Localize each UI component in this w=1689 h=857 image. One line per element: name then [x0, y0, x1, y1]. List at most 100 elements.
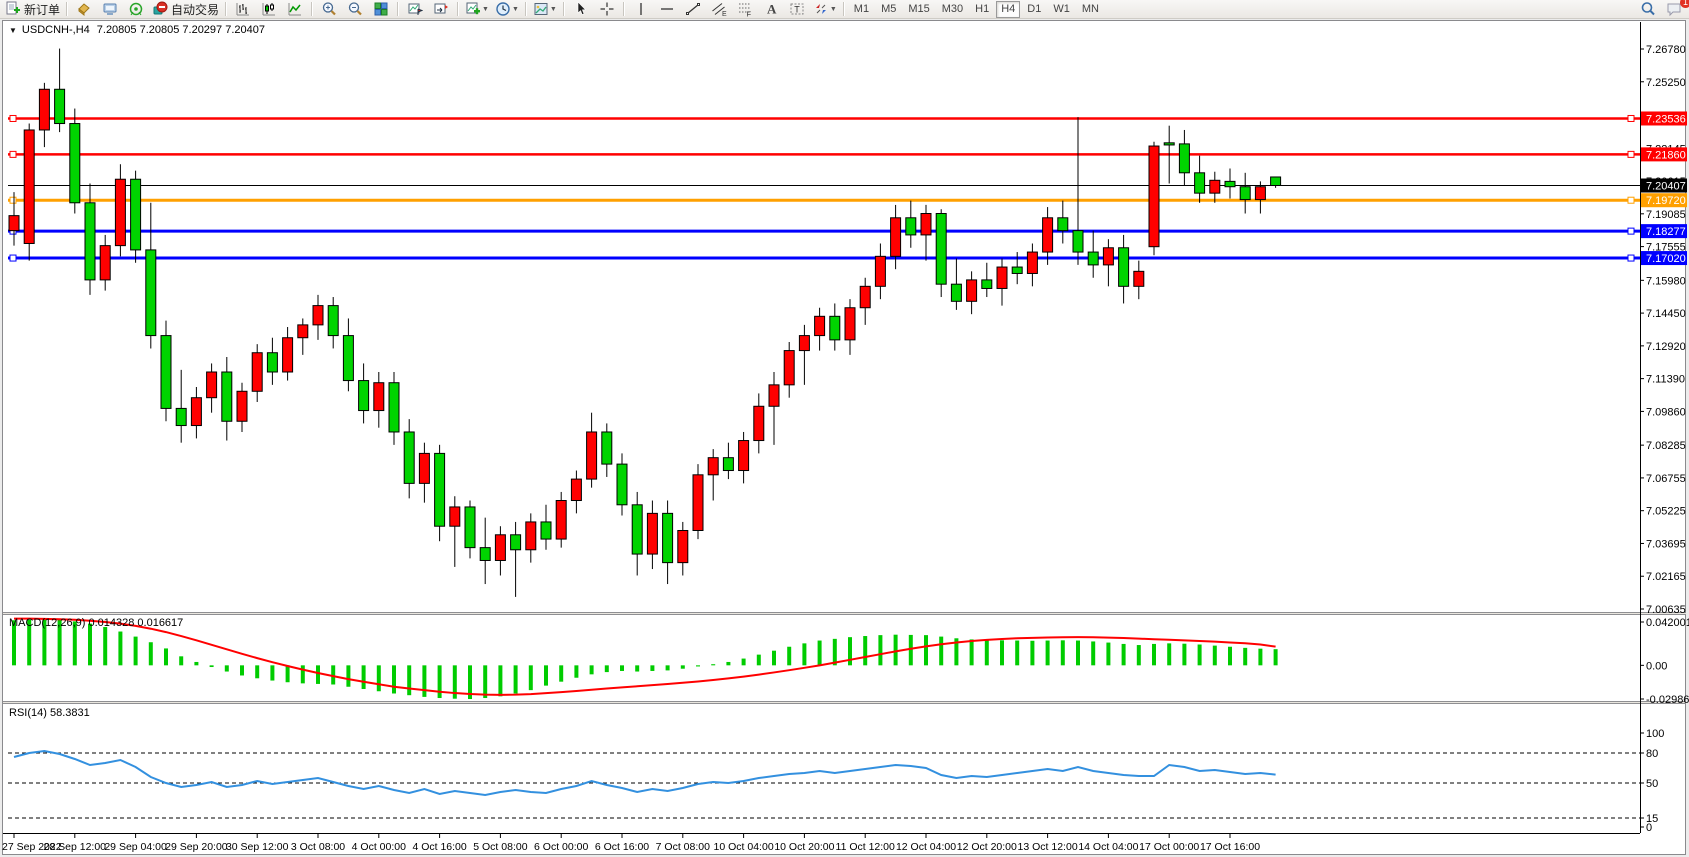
candlestick-series	[9, 49, 1281, 597]
arrows-button[interactable]: ▼	[810, 0, 840, 19]
svg-text:5 Oct 08:00: 5 Oct 08:00	[473, 841, 527, 853]
svg-text:A: A	[767, 2, 777, 17]
candlestick-chart-button[interactable]	[256, 0, 282, 19]
svg-text:28 Sep 12:00: 28 Sep 12:00	[44, 841, 107, 853]
dropdown-arrow-icon[interactable]: ▼	[512, 6, 519, 13]
zoom-in-icon	[321, 1, 337, 17]
timeframe-button-d1[interactable]: D1	[1022, 1, 1046, 18]
auto-arrange-button[interactable]	[402, 0, 428, 19]
line-chart-button[interactable]	[282, 0, 308, 19]
timeframe-button-h4[interactable]: H4	[996, 1, 1020, 18]
svg-text:4 Oct 00:00: 4 Oct 00:00	[352, 841, 406, 853]
search-icon	[1640, 1, 1656, 17]
toolbar-separator	[311, 2, 313, 16]
svg-text:17 Oct 16:00: 17 Oct 16:00	[1200, 841, 1260, 853]
metaeditor-button[interactable]	[97, 0, 123, 19]
svg-text:7.18277: 7.18277	[1646, 226, 1686, 238]
timeframe-button-w1[interactable]: W1	[1048, 1, 1075, 18]
zoom-out-button[interactable]	[342, 0, 368, 19]
macd-signal-line	[14, 619, 1276, 695]
equidistant-channel-button[interactable]: E	[706, 0, 732, 19]
crosshair-button[interactable]	[594, 0, 620, 19]
svg-text:7.09860: 7.09860	[1646, 406, 1686, 418]
zoom-out-icon	[347, 1, 363, 17]
toolbar-separator	[563, 2, 565, 16]
svg-text:0.042001: 0.042001	[1646, 617, 1689, 629]
new-chart-button[interactable]: ▼	[462, 0, 492, 19]
horizontal-line-button[interactable]	[654, 0, 680, 19]
svg-text:0.00: 0.00	[1646, 660, 1667, 672]
svg-text:7.25250: 7.25250	[1646, 77, 1686, 89]
tile-windows-button[interactable]	[368, 0, 394, 19]
arrows-icon	[813, 1, 829, 17]
rsi-indicator-label: RSI(14) 58.3831	[9, 707, 90, 719]
signals-button[interactable]	[123, 0, 149, 19]
svg-text:0: 0	[1646, 822, 1652, 834]
svg-text:4 Oct 16:00: 4 Oct 16:00	[412, 841, 466, 853]
svg-text:7.03695: 7.03695	[1646, 538, 1686, 550]
profiles-clock-button[interactable]: ▼	[492, 0, 522, 19]
bar-chart-button[interactable]	[230, 0, 256, 19]
svg-text:11 Oct 12:00: 11 Oct 12:00	[836, 841, 896, 853]
trendline-button[interactable]	[680, 0, 706, 19]
svg-text:7.19720: 7.19720	[1646, 195, 1686, 207]
main-toolbar: 新订单 自动交易 ▼ ▼ ▼ E F AT ▼ M1M5M15M30H1H4D1W1MN 1	[0, 0, 1689, 19]
svg-text:7.12920: 7.12920	[1646, 341, 1686, 353]
text-icon: A	[763, 1, 779, 17]
toolbar-button-label: 自动交易	[171, 1, 219, 18]
time-axis[interactable]: 27 Sep 202228 Sep 12:0029 Sep 04:0029 Se…	[2, 833, 1260, 853]
indicators-button[interactable]	[71, 0, 97, 19]
candlestick-chart-icon	[261, 1, 277, 17]
timeframe-button-m5[interactable]: M5	[876, 1, 901, 18]
autotrading-button[interactable]: 自动交易	[149, 0, 222, 19]
text-button[interactable]: A	[758, 0, 784, 19]
toolbar-separator	[397, 2, 399, 16]
svg-text:17 Oct 00:00: 17 Oct 00:00	[1139, 841, 1199, 853]
chart-plot-area[interactable]: 7.267807.252507.221457.206157.190857.175…	[0, 0, 1689, 857]
one-click-trading-arrow[interactable]: ▼	[9, 26, 17, 35]
timeframe-button-m1[interactable]: M1	[849, 1, 874, 18]
timeframe-button-m15[interactable]: M15	[903, 1, 934, 18]
svg-text:10 Oct 20:00: 10 Oct 20:00	[774, 841, 834, 853]
cursor-button[interactable]	[568, 0, 594, 19]
horizontal-line-objects[interactable]	[8, 115, 1640, 261]
horizontal-line-icon	[659, 1, 675, 17]
chart-ohlc-values: 7.20805 7.20805 7.20297 7.20407	[97, 24, 265, 36]
zoom-in-button[interactable]	[316, 0, 342, 19]
chart-shift-button[interactable]	[428, 0, 454, 19]
chart-symbol-period: USDCNH-,H4	[22, 24, 90, 36]
vertical-line-button[interactable]	[628, 0, 654, 19]
svg-text:7.21860: 7.21860	[1646, 149, 1686, 161]
svg-text:7.14450: 7.14450	[1646, 308, 1686, 320]
notifications-button[interactable]: 1	[1661, 0, 1687, 19]
price-axis[interactable]: 7.267807.252507.221457.206157.190857.175…	[1640, 44, 1689, 834]
svg-text:6 Oct 16:00: 6 Oct 16:00	[595, 841, 649, 853]
dropdown-arrow-icon[interactable]: ▼	[830, 6, 837, 13]
panel-separators[interactable]	[3, 22, 1686, 834]
search-button[interactable]	[1635, 0, 1661, 19]
dropdown-arrow-icon[interactable]: ▼	[550, 6, 557, 13]
svg-text:-0.029864: -0.029864	[1646, 694, 1689, 706]
svg-text:F: F	[746, 10, 751, 18]
toolbar-separator	[525, 2, 527, 16]
svg-text:7.02165: 7.02165	[1646, 571, 1686, 583]
text-label-button[interactable]: T	[784, 0, 810, 19]
line-chart-icon	[287, 1, 303, 17]
svg-text:7.08285: 7.08285	[1646, 440, 1686, 452]
svg-text:7.11390: 7.11390	[1646, 374, 1685, 386]
svg-text:10 Oct 04:00: 10 Oct 04:00	[714, 841, 774, 853]
templates-button[interactable]: ▼	[530, 0, 560, 19]
timeframe-button-mn[interactable]: MN	[1077, 1, 1104, 18]
chart-shift-icon	[433, 1, 449, 17]
new-order-button[interactable]: 新订单	[2, 0, 63, 19]
svg-text:14 Oct 04:00: 14 Oct 04:00	[1078, 841, 1138, 853]
chart-title: ▼ USDCNH-,H4 7.20805 7.20805 7.20297 7.204…	[9, 24, 265, 36]
metaeditor-icon	[102, 1, 118, 17]
fibonacci-button[interactable]: F	[732, 0, 758, 19]
dropdown-arrow-icon[interactable]: ▼	[482, 6, 489, 13]
svg-text:12 Oct 04:00: 12 Oct 04:00	[896, 841, 956, 853]
auto-arrange-icon	[407, 1, 423, 17]
cursor-icon	[573, 1, 589, 17]
timeframe-button-h1[interactable]: H1	[970, 1, 994, 18]
timeframe-button-m30[interactable]: M30	[937, 1, 968, 18]
